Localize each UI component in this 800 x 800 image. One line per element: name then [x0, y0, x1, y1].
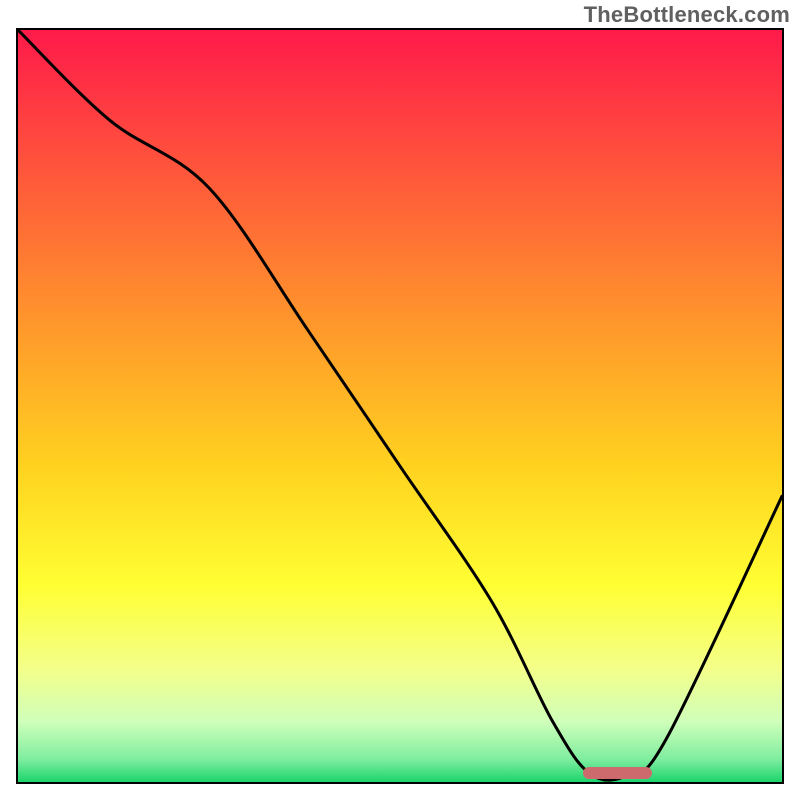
- plot-svg: [18, 30, 782, 782]
- optimal-marker: [583, 767, 652, 779]
- watermark-text: TheBottleneck.com: [584, 2, 790, 28]
- chart-container: TheBottleneck.com: [0, 0, 800, 800]
- gradient-fill: [18, 30, 782, 782]
- plot-frame: [16, 28, 784, 784]
